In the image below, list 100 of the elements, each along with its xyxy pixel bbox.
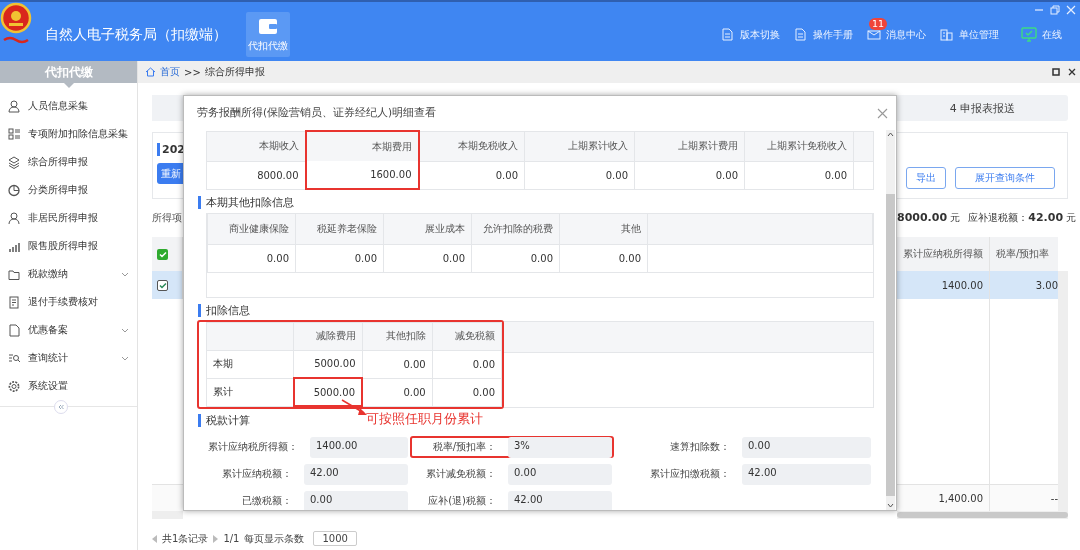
table-cell: 0.00 — [559, 244, 648, 272]
table-cell: 0.00 — [362, 378, 433, 406]
column-header: 本期免税收入 — [418, 131, 525, 161]
check-icon — [158, 250, 167, 258]
column-header: 本期收入 — [206, 131, 306, 161]
field-label: 速算扣除数： — [669, 440, 730, 454]
record-count: 共1条记录 — [162, 531, 209, 546]
restore-icon[interactable] — [1052, 68, 1060, 76]
field-label: 税率/预扣率： — [431, 440, 496, 454]
close-icon[interactable] — [1068, 68, 1076, 76]
sidebar-item[interactable]: 退付手续费核对 — [0, 288, 137, 316]
field-label: 累计减免税额： — [425, 467, 496, 481]
search-icon — [8, 351, 20, 365]
column-header: 上期累计收入 — [524, 131, 635, 161]
scrollbar-thumb[interactable] — [897, 512, 1068, 518]
breadcrumb-separator: >> — [184, 66, 201, 78]
table-cell: 0.00 — [471, 244, 560, 272]
sidebar-item[interactable]: 查询统计 — [0, 344, 137, 372]
person-icon — [8, 211, 20, 225]
value-field: 0.00 — [304, 490, 408, 510]
field-label: 应补(退)税额： — [427, 494, 496, 508]
chevron-down-icon[interactable] — [887, 502, 894, 510]
document-icon — [8, 323, 20, 337]
caret-right-icon[interactable] — [213, 534, 219, 543]
checkbox[interactable] — [157, 279, 168, 291]
table-cell: 0.00 — [295, 244, 384, 272]
mail-icon — [867, 28, 881, 41]
sidebar-item[interactable]: 优惠备案 — [0, 316, 137, 344]
table-cell: 0.00 — [432, 378, 502, 406]
summary-text: 应补退税额：42.00 元 — [968, 211, 1077, 225]
notification-badge: 11 — [869, 17, 888, 30]
double-chevron-left-icon — [58, 404, 64, 410]
monitor-icon — [1021, 27, 1037, 42]
table-cell: 5000.00 — [293, 378, 362, 406]
column-header: 减免税额 — [432, 322, 502, 350]
value-field: 0.00 — [742, 436, 871, 458]
sidebar-item[interactable]: 综合所得申报 — [0, 148, 137, 176]
total-cell-text: -- — [1049, 491, 1058, 506]
table-cell: 0.00 — [524, 161, 635, 189]
sidebar-item[interactable]: 限售股所得申报 — [0, 232, 137, 260]
table-cell: 0.00 — [383, 244, 472, 272]
table-cell: 0.00 — [418, 161, 525, 189]
sidebar-item[interactable]: 非居民所得申报 — [0, 204, 137, 232]
page-size-field[interactable]: 1000 — [313, 531, 357, 546]
section-title: 本期其他扣除信息 — [198, 196, 874, 209]
list-icon — [8, 127, 20, 141]
value-field: 3% — [508, 436, 612, 458]
breadcrumb-current: 综合所得申报 — [204, 65, 265, 79]
chevron-up-icon[interactable] — [887, 130, 894, 138]
row-label: 本期 — [206, 350, 294, 378]
checkbox[interactable] — [157, 248, 168, 260]
layers-icon — [8, 155, 20, 169]
table-cell: 0.00 — [362, 350, 433, 378]
column-header: 税延养老保险 — [295, 214, 384, 244]
page-size-label: 每页显示条数 — [244, 531, 305, 546]
check-icon — [158, 281, 167, 289]
table-header: 累计应纳税所得额 税率/预扣率 — [897, 237, 1058, 271]
sidebar-item[interactable]: 专项附加扣除信息采集 — [0, 120, 137, 148]
scrollbar[interactable] — [886, 130, 895, 510]
sidebar-item[interactable]: 系统设置 — [0, 372, 137, 400]
collapse-button[interactable] — [54, 400, 68, 414]
step-tab[interactable]: 4 申报表报送 — [897, 95, 1068, 121]
emblem-logo — [0, 2, 32, 46]
value-field: 1400.00 — [310, 436, 408, 458]
column-header: 其他 — [559, 214, 648, 244]
column-header: 商业健康保险 — [207, 214, 296, 244]
field-label: 累计应纳税额： — [221, 467, 292, 481]
sidebar-title: 代扣代缴 — [0, 61, 137, 83]
document-icon — [8, 295, 20, 309]
table-cell: 1600.00 — [305, 161, 419, 189]
person-icon — [8, 99, 20, 113]
value-field: 0.00 — [508, 463, 612, 485]
field-label: 已缴税额： — [241, 494, 292, 508]
table-cell-text: 3.00 — [1034, 278, 1058, 293]
table-row[interactable]: 1400.00 3.00 — [897, 271, 1058, 299]
export-button[interactable]: 导出 — [906, 167, 946, 189]
scrollbar[interactable] — [1058, 271, 1068, 511]
summary-label: 所得项 — [152, 211, 183, 225]
field-label: 累计应纳税所得额： — [208, 440, 298, 454]
reset-button[interactable]: 重新 — [157, 163, 183, 184]
sidebar-item[interactable]: 分类所得申报 — [0, 176, 137, 204]
column-header: 上期累计费用 — [634, 131, 745, 161]
building-icon — [940, 28, 954, 41]
table-cell: 0.00 — [207, 244, 296, 272]
document-icon — [721, 28, 735, 41]
wallet-icon — [258, 17, 278, 35]
pointer-icon — [63, 83, 74, 88]
scrollbar[interactable] — [152, 511, 183, 519]
sidebar-item[interactable]: 税款缴纳 — [0, 260, 137, 288]
column-header: 上期累计免税收入 — [744, 131, 854, 161]
table-cell: 0.00 — [634, 161, 745, 189]
row-label: 累计 — [206, 378, 294, 406]
home-icon — [145, 67, 156, 77]
caret-left-icon[interactable] — [152, 534, 157, 543]
column-header: 允许扣除的税费 — [471, 214, 560, 244]
summary-text: 8000.00 元 — [897, 211, 961, 225]
expand-filter-button[interactable]: 展开查询条件 — [955, 167, 1055, 189]
sidebar-item[interactable]: 人员信息采集 — [0, 92, 137, 120]
breadcrumb-link[interactable]: 首页 — [160, 65, 180, 79]
column-header: 其他扣除 — [362, 322, 433, 350]
